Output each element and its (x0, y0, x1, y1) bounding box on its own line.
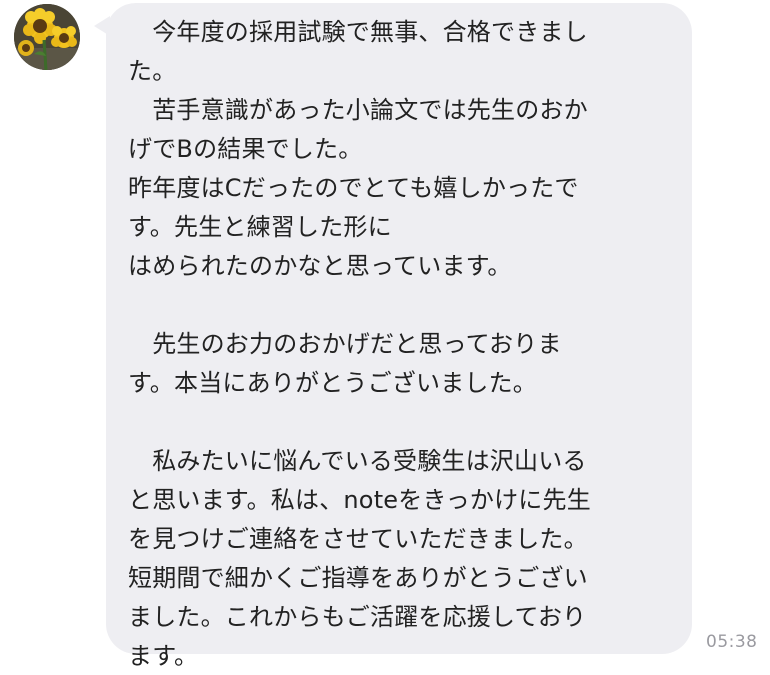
message-line: と思います。私は、noteをきっかけに先生 (128, 486, 591, 514)
message-bubble[interactable]: 今年度の採用試験で無事、合格できまし た。 苦手意識があった小論文では先生のおか… (106, 3, 692, 670)
message-line: す。本当にありがとうございました。 (128, 369, 537, 397)
message-line: 今年度の採用試験で無事、合格できまし (128, 18, 588, 46)
message-line: ます。 (128, 642, 199, 670)
message-line: はめられたのかなと思っています。 (128, 252, 512, 280)
message-line: ました。これからもご活躍を応援しており (128, 603, 587, 631)
message-line: 昨年度はCだったのでとても嬉しかったで (128, 174, 579, 202)
sunflower-icon (14, 4, 80, 70)
message-line: た。 (128, 57, 177, 85)
message-line: げでBの結果でした。 (128, 135, 363, 163)
message-line: 先生のお力のおかげだと思っておりま (128, 330, 562, 358)
sender-avatar[interactable] (14, 4, 80, 70)
message-line: 短期間で細かくご指導をありがとうござい (128, 564, 588, 592)
message-line: す。先生と練習した形に (128, 213, 392, 241)
chat-view: 今年度の採用試験で無事、合格できまし た。 苦手意識があった小論文では先生のおか… (0, 0, 770, 675)
message-line: 苦手意識があった小論文では先生のおか (128, 96, 588, 124)
message-line: を見つけご連絡をさせていただきました。 (128, 525, 588, 553)
message-line: 私みたいに悩んでいる受験生は沢山いる (128, 447, 587, 475)
message-timestamp: 05:38 (706, 632, 758, 652)
